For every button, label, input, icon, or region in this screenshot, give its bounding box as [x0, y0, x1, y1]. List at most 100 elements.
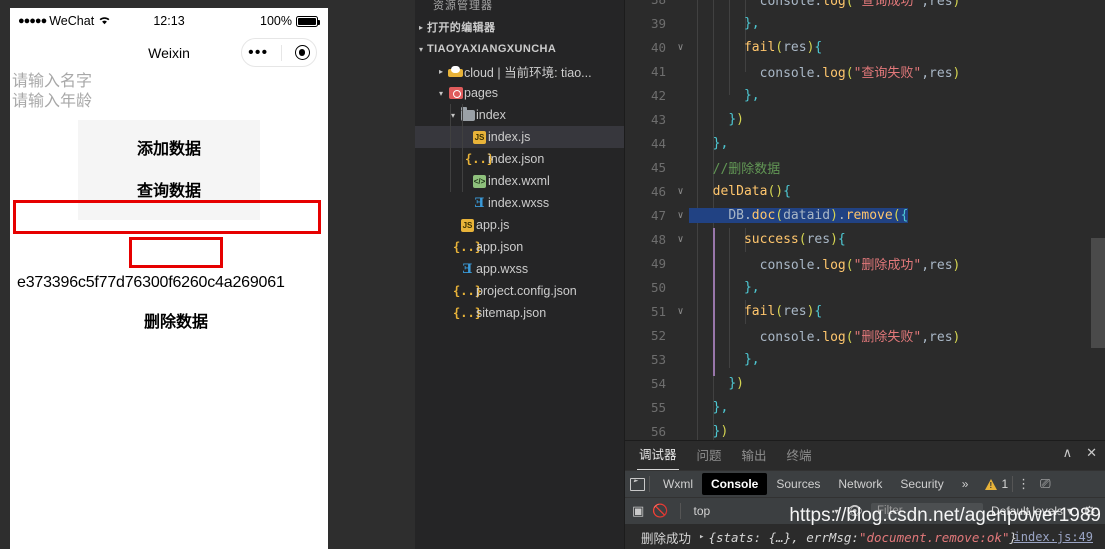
chevron-down-icon[interactable]: ▾ — [447, 111, 459, 120]
line-number: 50 — [650, 279, 666, 295]
fold-toggle-icon[interactable]: ∨ — [672, 210, 689, 221]
close-target-icon[interactable] — [294, 45, 310, 60]
highlight-box-delete-button — [129, 237, 223, 268]
explorer-item[interactable]: ▸{..}index.json — [415, 148, 624, 170]
code-line: 56 }) — [625, 419, 1105, 440]
phone-frame: ●●●●● WeChat 12:13 100% Weixin ••• 请输入名字… — [10, 8, 328, 549]
battery-icon — [296, 15, 320, 27]
tree-indent-guide-2 — [462, 104, 463, 192]
code-line: 52 console.log("删除失败",res) — [625, 323, 1105, 347]
chevron-down-icon[interactable]: ▾ — [415, 45, 427, 54]
explorer-item[interactable]: ▸{..}project.config.json — [415, 280, 624, 302]
debugger-tab[interactable]: 输出 — [740, 442, 769, 470]
devtools-tab-bar: WxmlConsoleSourcesNetworkSecurity » 1 ⋮ … — [625, 470, 1105, 497]
file-type-icon: {..} — [465, 152, 494, 166]
line-number: 39 — [650, 15, 666, 31]
code-text: }) — [728, 111, 744, 127]
explorer-item[interactable]: ▸JSapp.js — [415, 214, 624, 236]
kebab-menu-icon[interactable]: ⋮ — [1017, 477, 1030, 490]
explorer-item[interactable]: ▸Ǝindex.wxss — [415, 192, 624, 214]
data-id-text: e373396c5f77d76300f6260c4a269061 — [17, 274, 285, 291]
file-type-icon: JS — [471, 130, 488, 144]
close-icon[interactable]: ✕ — [1086, 445, 1097, 461]
debugger-tab[interactable]: 终端 — [785, 442, 814, 470]
fold-toggle-icon[interactable]: ∨ — [672, 234, 689, 245]
code-line: 45 //删除数据 — [625, 155, 1105, 179]
dock-panel-icon[interactable]: ⎚ — [1040, 476, 1050, 492]
console-source-link[interactable]: index.js:49 — [1014, 530, 1093, 544]
collapse-icon[interactable]: ∧ — [1063, 445, 1073, 461]
line-number: 54 — [650, 375, 666, 391]
file-type-icon — [447, 65, 464, 77]
warning-badge[interactable]: 1 — [985, 477, 1008, 491]
devtools-tab[interactable]: Security — [891, 473, 952, 495]
code-text: }, — [743, 351, 760, 367]
phone-status-bar: ●●●●● WeChat 12:13 100% — [10, 8, 328, 34]
devtools-tab[interactable]: Network — [829, 473, 891, 495]
code-line: 43 }) — [625, 107, 1105, 131]
code-line: 51 ∨ fail(res){ — [625, 299, 1105, 323]
explorer-item[interactable]: ▾ index — [415, 104, 624, 126]
wxss-icon: Ǝ — [474, 195, 485, 211]
code-line: 53 }, — [625, 347, 1105, 371]
devtools-tab[interactable]: Sources — [767, 473, 829, 495]
project-root-section[interactable]: ▾ TIAOYAXIANGXUNCHA — [415, 38, 624, 60]
fold-toggle-icon[interactable]: ∨ — [672, 42, 689, 53]
chevron-down-icon[interactable]: ▾ — [435, 89, 447, 98]
console-message-prefix: 删除成功 — [641, 531, 692, 546]
devtools-tab[interactable]: Wxml — [654, 473, 702, 495]
more-dots-icon[interactable]: ••• — [248, 45, 268, 60]
debugger-tab[interactable]: 问题 — [695, 442, 724, 470]
line-number: 44 — [650, 135, 666, 151]
code-line: 48 ∨ success(res){ — [625, 227, 1105, 251]
explorer-item-label: app.wxss — [476, 262, 529, 276]
line-number: 48 — [650, 231, 666, 247]
open-editors-section[interactable]: ▸ 打开的编辑器 — [415, 16, 624, 38]
tabbar-divider — [649, 476, 650, 492]
code-line: 49 console.log("删除成功",res) — [625, 251, 1105, 275]
expand-object-icon[interactable]: ▸ — [699, 532, 704, 542]
fold-toggle-icon[interactable]: ∨ — [672, 306, 689, 317]
explorer-item[interactable]: ▸{..}sitemap.json — [415, 302, 624, 324]
line-number: 55 — [650, 399, 666, 415]
inspect-element-icon[interactable] — [630, 477, 645, 491]
chevron-right-icon[interactable]: ▸ — [415, 23, 427, 32]
capsule-menu[interactable]: ••• — [241, 38, 317, 67]
delete-data-button[interactable]: 删除数据 — [129, 304, 223, 336]
explorer-item[interactable]: ▸</>index.wxml — [415, 170, 624, 192]
status-carrier-group: ●●●●● WeChat — [18, 14, 111, 28]
more-tabs-button[interactable]: » — [953, 473, 978, 495]
devtools-tab[interactable]: Console — [702, 473, 768, 495]
explorer-item[interactable]: ▸{..}app.json — [415, 236, 624, 258]
execution-context-value: top — [693, 504, 711, 518]
query-data-button[interactable]: 查询数据 — [78, 168, 260, 210]
signal-dots-icon: ●●●●● — [18, 15, 47, 27]
code-line: 44 }, — [625, 131, 1105, 155]
scrollbar-thumb[interactable] — [1091, 238, 1105, 348]
explorer-item[interactable]: ▸ cloud | 当前环境: tiao... — [415, 60, 624, 82]
phone-nav-bar: Weixin ••• — [10, 34, 328, 72]
age-input[interactable]: 请输入年龄 — [10, 92, 328, 112]
explorer-tree: ▸ cloud | 当前环境: tiao... ▾ pages ▾ index ▸JSind… — [415, 60, 624, 324]
code-editor[interactable]: 38 console.log("查询成功",res)39 },40∨ fail(… — [625, 0, 1105, 440]
explorer-item-label: index.wxml — [488, 174, 550, 188]
console-object-head: {stats: {…}, errMsg: — [708, 529, 859, 545]
console-sidebar-icon[interactable]: ▣ — [632, 503, 644, 519]
chevron-right-icon[interactable]: ▸ — [435, 67, 447, 76]
explorer-item[interactable]: ▾ pages — [415, 82, 624, 104]
explorer-item[interactable]: ▸Ǝapp.wxss — [415, 258, 624, 280]
editor-scrollbar[interactable] — [1091, 0, 1105, 440]
code-text: console.log("查询失败",res) — [759, 65, 961, 81]
console-message-row[interactable]: 删除成功 ▸ {stats: {…}, errMsg: "document.re… — [625, 524, 1105, 549]
code-text: fail(res){ — [743, 39, 823, 55]
add-data-button[interactable]: 添加数据 — [78, 126, 260, 168]
fold-toggle-icon[interactable]: ∨ — [672, 186, 689, 197]
line-number: 43 — [650, 111, 666, 127]
name-input[interactable]: 请输入名字 — [10, 72, 328, 92]
code-text: delData(){ — [712, 183, 791, 199]
clear-console-icon[interactable]: 🚫 — [652, 503, 668, 519]
debugger-tab[interactable]: 调试器 — [637, 441, 679, 470]
explorer-item[interactable]: ▸JSindex.js — [415, 126, 624, 148]
wxss-icon: Ǝ — [462, 261, 473, 277]
line-number: 41 — [650, 63, 666, 79]
